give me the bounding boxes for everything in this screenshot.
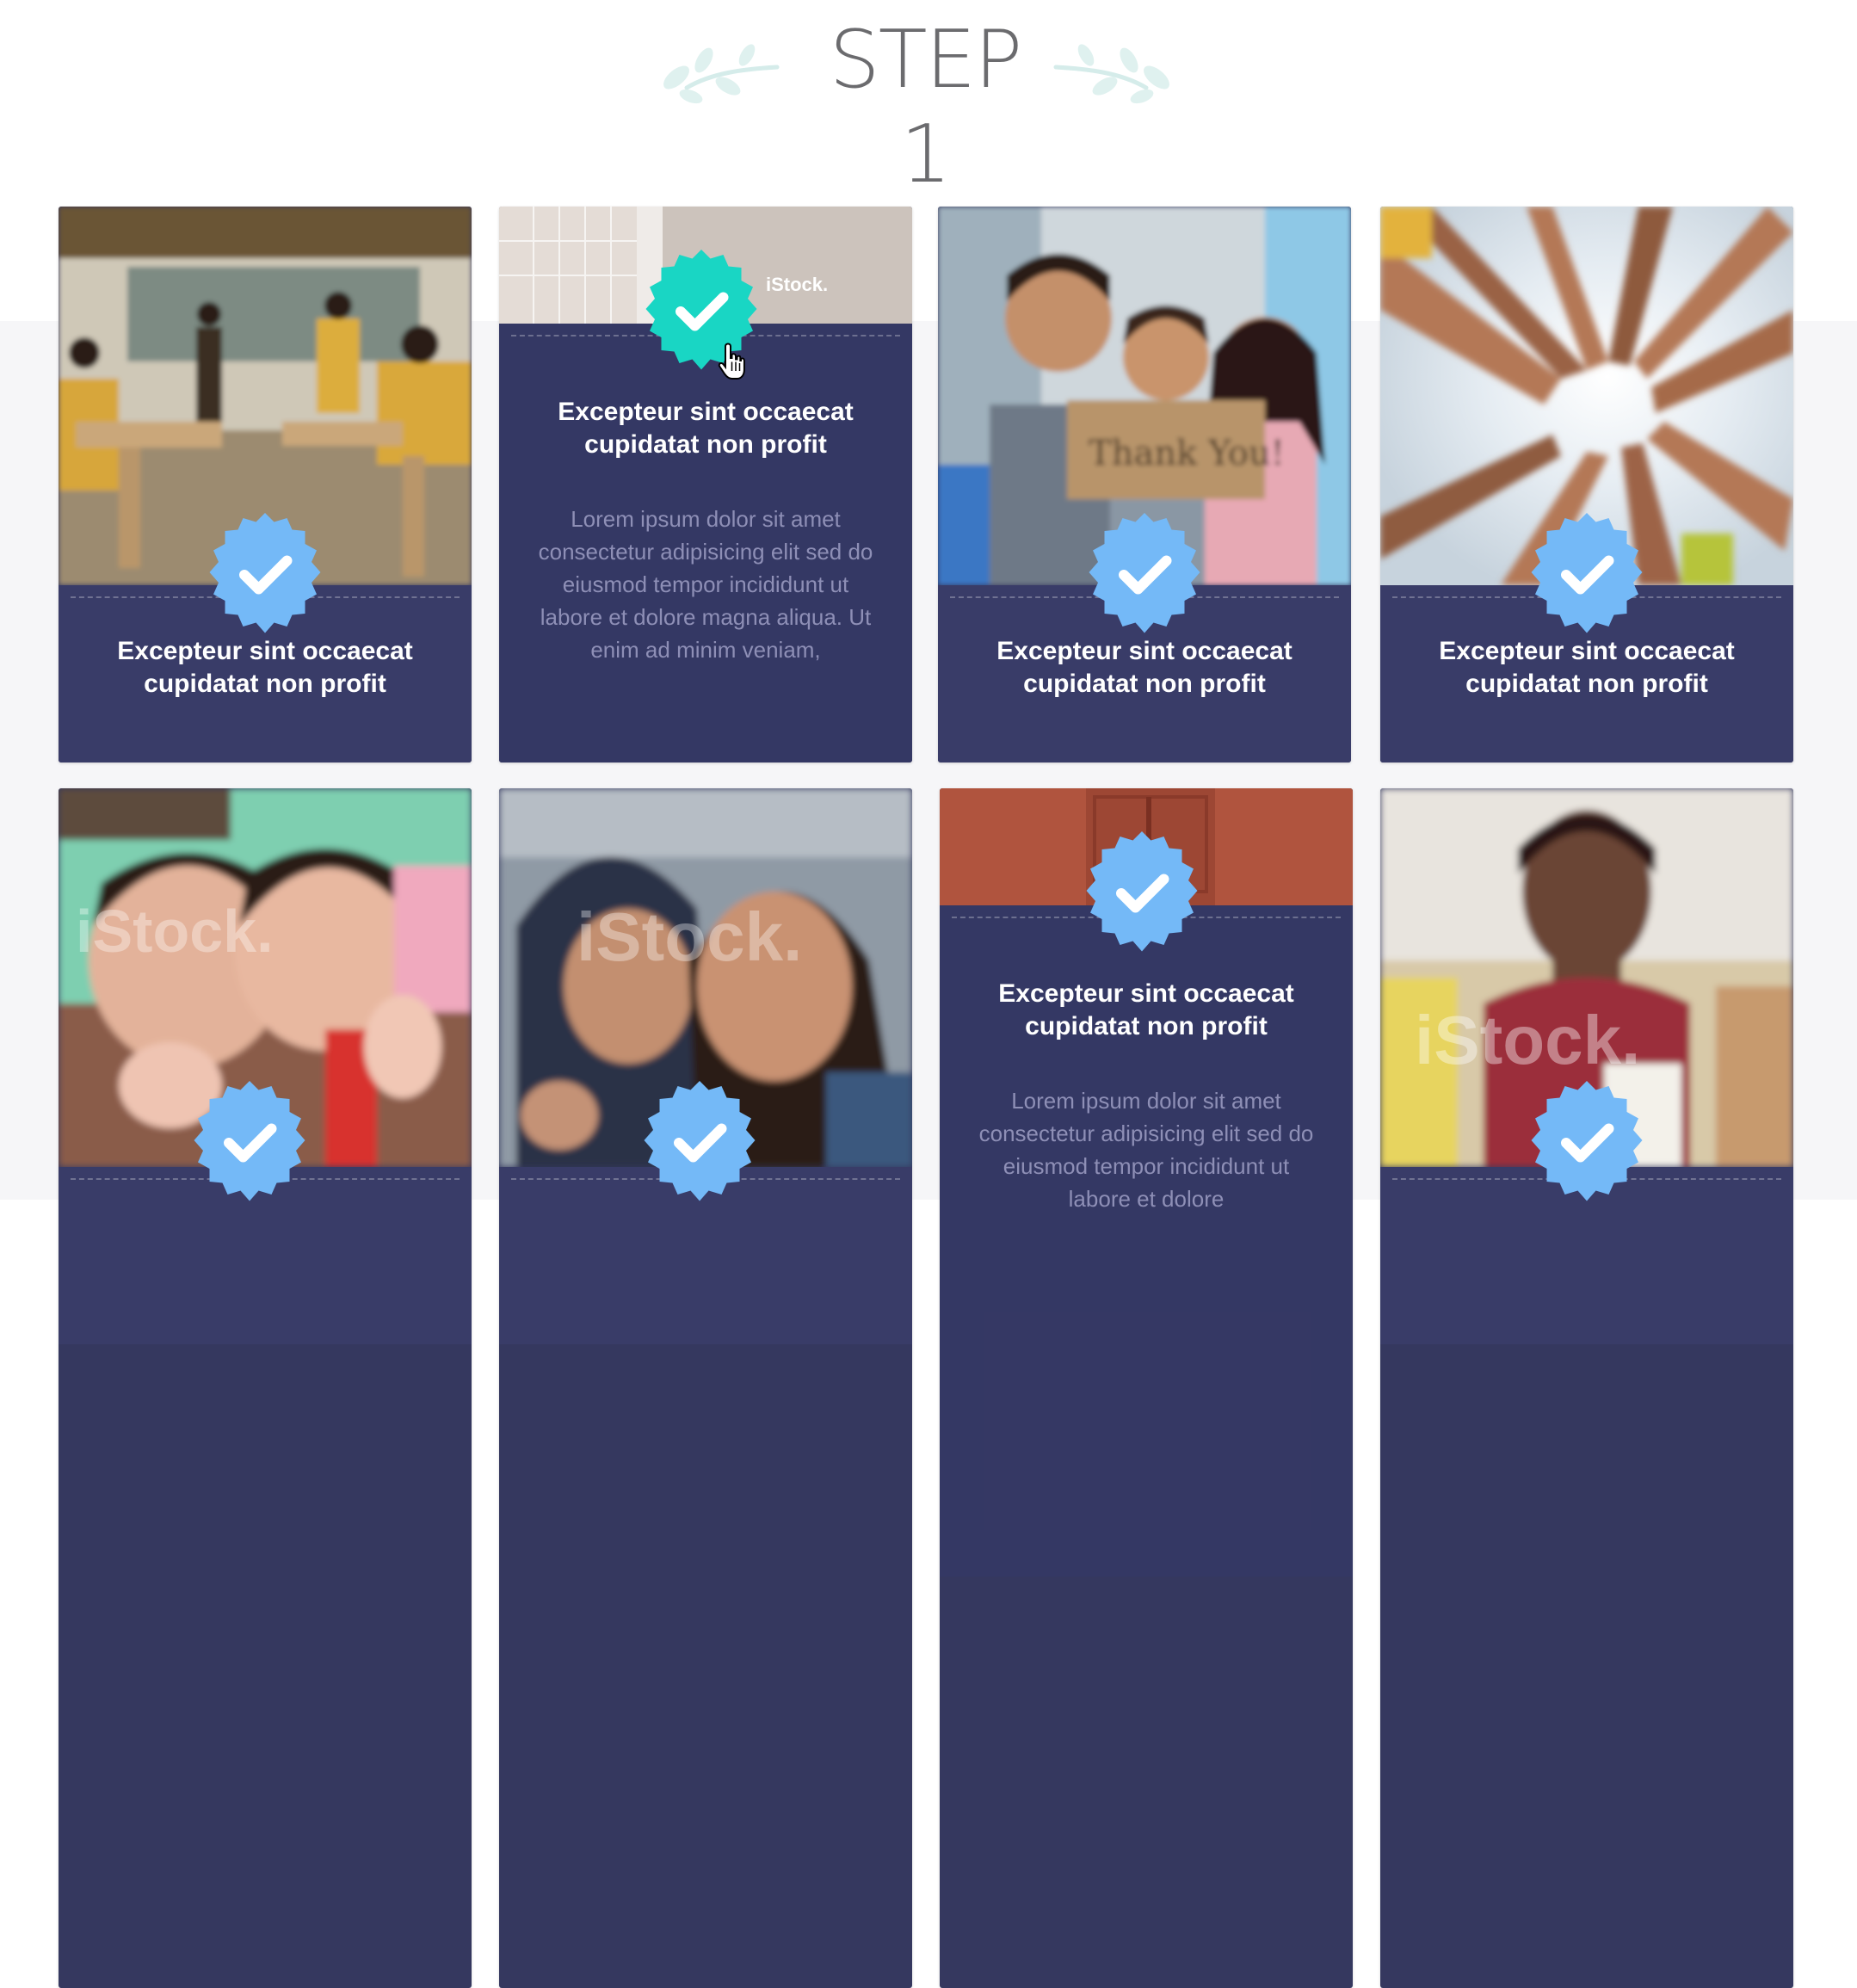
cause-card-expanded[interactable]: Excepteur sint occaecat cupidatat non pro… (940, 788, 1353, 1988)
cause-card[interactable]: iStock. (499, 788, 912, 1988)
card-title: Excepteur sint occaecat cupidatat non pro… (1439, 637, 1735, 698)
check-badge-icon[interactable] (185, 1078, 314, 1207)
check-badge-icon[interactable] (1522, 1078, 1651, 1207)
card-title: Excepteur sint occaecat cupidatat non pro… (996, 637, 1292, 698)
cause-card[interactable]: Excepteur sint occaecat cupidatat non pro… (1380, 207, 1793, 762)
laurel-icon (1053, 44, 1169, 104)
card-title: Excepteur sint occaecat cupidatat non pro… (117, 637, 413, 698)
hand-cursor-icon (718, 343, 745, 380)
svg-text:iStock.: iStock. (76, 898, 274, 965)
card-description: Lorem ipsum dolor sit amet consectetur a… (978, 1088, 1314, 1212)
card-overlay: Excepteur sint occaecat cupidatat non pro… (499, 324, 912, 762)
svg-text:iStock.: iStock. (1415, 1002, 1640, 1078)
check-badge-icon[interactable] (635, 1078, 764, 1207)
check-badge-icon[interactable] (1080, 510, 1209, 639)
svg-text:iStock.: iStock. (577, 898, 802, 975)
check-badge-icon[interactable] (201, 510, 330, 639)
laurel-icon (663, 44, 780, 104)
cause-card[interactable]: Excepteur sint occaecat cupidatat non pro… (59, 207, 472, 762)
page-title: STEP 1 (829, 13, 1023, 201)
card-description: Lorem ipsum dolor sit amet consectetur a… (538, 506, 873, 663)
card-title: Excepteur sint occaecat cupidatat non pro… (558, 398, 854, 459)
card-title: Excepteur sint occaecat cupidatat non pro… (998, 979, 1294, 1040)
card-overlay: Excepteur sint occaecat cupidatat non pro… (940, 905, 1353, 1577)
svg-text:Thank You!: Thank You! (1089, 434, 1285, 473)
cause-card[interactable]: iStock. (59, 788, 472, 1988)
cause-card[interactable]: iStock. (1380, 788, 1793, 1988)
check-badge-icon[interactable] (1522, 510, 1651, 639)
svg-text:iStock.: iStock. (766, 274, 828, 295)
cause-card-selected[interactable]: iStock. Excepteur sint occaecat cupidatat… (499, 207, 912, 762)
check-badge-icon[interactable] (1077, 829, 1206, 958)
step-heading: STEP 1 (0, 0, 1857, 201)
cause-card[interactable]: Thank You! Excepteur sint occaecat cupida… (938, 207, 1351, 762)
